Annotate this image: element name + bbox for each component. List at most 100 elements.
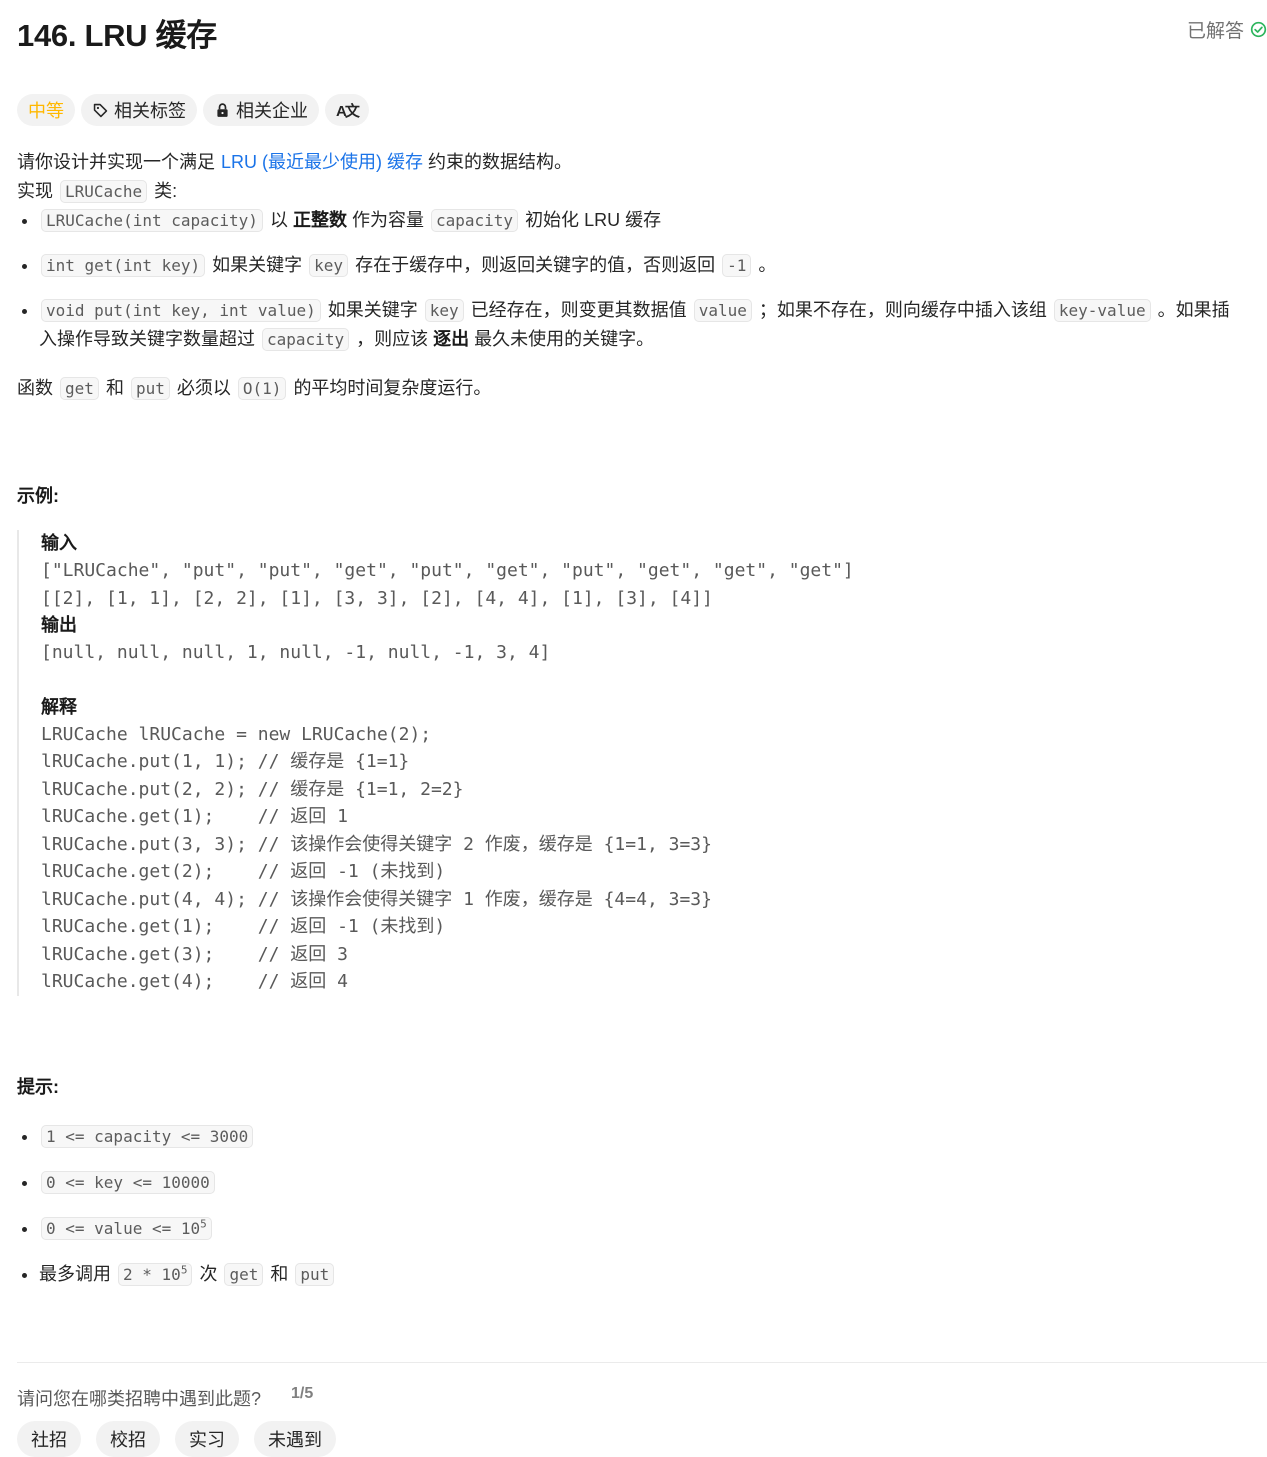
tag-bar: 中等 相关标签 相关企业 A文	[17, 94, 369, 126]
complexity-paragraph: 函数 get 和 put 必须以 O(1) 的平均时间复杂度运行。	[17, 374, 1247, 403]
problem-description: 请你设计并实现一个满足 LRU (最近最少使用) 缓存 约束的数据结构。 实现 L…	[17, 148, 1247, 403]
inline-code: 1 <= capacity <= 3000	[41, 1125, 254, 1148]
survey-question: 请问您在哪类招聘中遇到此题?	[17, 1389, 262, 1409]
text: 和	[105, 378, 124, 398]
lock-icon	[217, 102, 228, 117]
inline-code: int get(int key)	[41, 254, 206, 277]
example-block: 输入 ["LRUCache", "put", "put", "get", "pu…	[17, 530, 941, 996]
code-text: 0 <= value <= 10	[46, 1219, 201, 1238]
explain-line: lRUCache.put(3, 3); // 该操作会使得关键字 2 作废，缓存…	[41, 833, 712, 855]
input-label: 输入	[41, 533, 77, 553]
inline-code: capacity	[262, 328, 350, 351]
text: 已经存在，则变更其数据值	[470, 300, 687, 320]
text: 以	[269, 210, 288, 230]
translate-button[interactable]: A文	[325, 94, 369, 126]
explain-line: LRUCache lRUCache = new LRUCache(2);	[41, 723, 432, 745]
explain-line: lRUCache.get(4); // 返回 4	[41, 971, 348, 992]
explain-line: lRUCache.put(2, 2); // 缓存是 {1=1, 2=2}	[41, 778, 464, 800]
explain-line: lRUCache.get(1); // 返回 1	[41, 806, 348, 827]
survey-option-campus[interactable]: 校招	[96, 1421, 160, 1457]
impl-text-end: 类:	[154, 181, 178, 201]
method-list: LRUCache(int capacity) 以 正整数 作为容量 capaci…	[17, 206, 1247, 354]
inline-code: 0 <= value <= 105	[41, 1217, 212, 1240]
inline-code: LRUCache	[60, 180, 148, 203]
survey-option-never[interactable]: 未遇到	[254, 1421, 336, 1457]
text: 次	[199, 1264, 218, 1284]
related-topics-button[interactable]: 相关标签	[81, 94, 197, 126]
survey-option-social[interactable]: 社招	[17, 1421, 81, 1457]
bold-text: 正整数	[292, 210, 347, 230]
bold-text: 逐出	[433, 329, 470, 349]
explain-line: lRUCache.get(1); // 返回 -1 (未找到)	[41, 916, 446, 937]
constraint-item: 最多调用 2 * 105 次 get 和 put	[39, 1259, 336, 1290]
text: 和	[270, 1264, 289, 1284]
problem-title[interactable]: 146. LRU 缓存	[17, 10, 217, 55]
text: 如果关键字	[327, 300, 418, 320]
survey-header: 请问您在哪类招聘中遇到此题? 1/5	[17, 1385, 313, 1411]
inline-code: 0 <= key <= 10000	[41, 1171, 215, 1194]
method-item-put: void put(int key, int value) 如果关键字 key 已…	[39, 296, 1247, 354]
solved-status: 已解答	[1187, 16, 1267, 43]
output-line: [null, null, null, 1, null, -1, null, -1…	[41, 642, 551, 663]
constraint-list: 1 <= capacity <= 3000 0 <= key <= 10000 …	[17, 1121, 336, 1290]
inline-code: -1	[722, 254, 752, 277]
text: ，则应该	[356, 329, 429, 349]
problem-page: 146. LRU 缓存 已解答 中等 相关标签 相关企业 A文 请你设计并实现一…	[17, 0, 1267, 1457]
text: ；如果不存在，则向缓存中插入该组	[758, 300, 1047, 320]
explain-line: lRUCache.put(1, 1); // 缓存是 {1=1}	[41, 751, 410, 772]
inline-code: put	[130, 377, 170, 400]
text: 。	[758, 255, 777, 275]
explain-line: lRUCache.get(3); // 返回 3	[41, 943, 348, 965]
survey-options: 社招 校招 实习 未遇到	[17, 1421, 336, 1457]
difficulty-badge[interactable]: 中等	[17, 94, 75, 126]
inline-code: get	[60, 377, 99, 400]
text: 的平均时间复杂度运行。	[293, 378, 492, 398]
related-companies-label: 相关企业	[236, 101, 308, 121]
related-companies-button[interactable]: 相关企业	[203, 94, 319, 126]
intro-paragraph: 请你设计并实现一个满足 LRU (最近最少使用) 缓存 约束的数据结构。	[17, 148, 1247, 177]
inline-code: value	[693, 299, 752, 322]
constraint-item: 0 <= value <= 105	[39, 1213, 336, 1244]
text: 必须以	[176, 378, 231, 398]
method-item-constructor: LRUCache(int capacity) 以 正整数 作为容量 capaci…	[39, 206, 1247, 235]
text: 作为容量	[351, 210, 424, 230]
text: 如果关键字	[212, 255, 303, 275]
input-line: ["LRUCache", "put", "put", "get", "put",…	[41, 560, 854, 581]
inline-code: 2 * 105	[118, 1263, 193, 1286]
explain-line: lRUCache.get(2); // 返回 -1 (未找到)	[41, 861, 446, 882]
translate-icon: A文	[336, 102, 360, 120]
exponent: 5	[180, 1263, 188, 1277]
inline-code: put	[295, 1263, 335, 1286]
title-row: 146. LRU 缓存 已解答	[17, 0, 1267, 60]
intro-text: 请你设计并实现一个满足	[17, 152, 215, 172]
divider	[17, 1362, 1267, 1363]
hints-heading: 提示:	[17, 1077, 59, 1097]
inline-code: capacity	[430, 209, 519, 232]
inline-code: LRUCache(int capacity)	[41, 209, 263, 232]
survey-option-intern[interactable]: 实习	[175, 1421, 239, 1457]
impl-text: 实现	[17, 181, 53, 201]
constraint-item: 1 <= capacity <= 3000	[39, 1121, 336, 1152]
text: 最久未使用的关键字。	[474, 329, 655, 349]
difficulty-label: 中等	[28, 101, 64, 121]
inline-code: get	[224, 1263, 264, 1286]
explain-label: 解释	[41, 696, 77, 717]
input-line: [[2], [1, 1], [2, 2], [1], [3, 3], [2], …	[41, 587, 713, 609]
explain-line: lRUCache.put(4, 4); // 该操作会使得关键字 1 作废，缓存…	[41, 888, 712, 910]
text: 函数	[17, 378, 53, 398]
survey-progress: 1/5	[291, 1385, 314, 1402]
method-item-get: int get(int key) 如果关键字 key 存在于缓存中，则返回关键字…	[39, 251, 1247, 280]
inline-code: key	[424, 299, 464, 322]
text: 存在于缓存中，则返回关键字的值，否则返回	[355, 255, 716, 275]
solved-label: 已解答	[1186, 21, 1244, 42]
output-label: 输出	[41, 615, 77, 635]
implement-paragraph: 实现 LRUCache 类:	[17, 177, 1247, 206]
exponent: 5	[200, 1217, 207, 1231]
code-text: 2 * 10	[123, 1265, 181, 1284]
constraint-item: 0 <= key <= 10000	[39, 1167, 336, 1198]
related-topics-label: 相关标签	[114, 101, 186, 121]
lru-cache-link[interactable]: LRU (最近最少使用) 缓存	[221, 152, 423, 172]
inline-code: void put(int key, int value)	[41, 299, 321, 322]
inline-code: key	[309, 254, 349, 277]
